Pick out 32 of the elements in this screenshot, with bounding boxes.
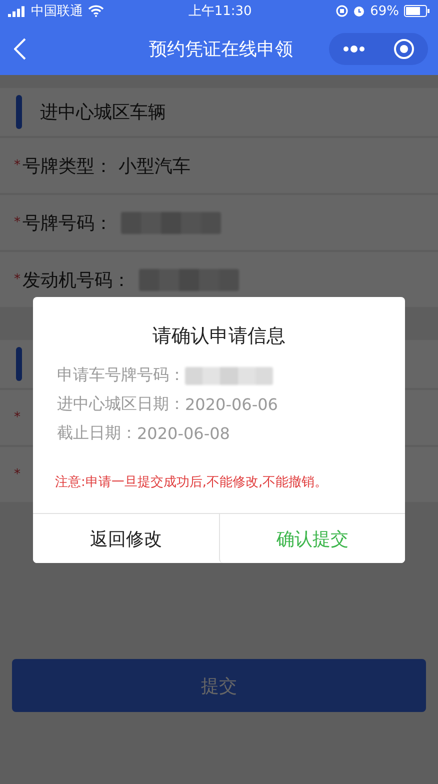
info-value: 2020-06-06: [185, 395, 278, 414]
submit-button[interactable]: 提交: [12, 659, 426, 712]
page-title: 预约凭证在线申领: [149, 38, 293, 60]
more-icon[interactable]: [342, 44, 366, 52]
field-label: 号牌类型：: [22, 154, 112, 178]
warning-notice: 注意:申请一旦提交成功后,不能修改,不能撤销。: [54, 474, 329, 491]
dialog-title: 请确认申请信息: [152, 324, 286, 349]
status-time: 上午11:30: [188, 3, 252, 20]
battery-percent: 69%: [370, 4, 399, 18]
required-mark: *: [14, 467, 20, 482]
required-mark: *: [14, 272, 20, 287]
section-marker: [16, 95, 22, 129]
info-label: 申请车号牌号码：: [57, 365, 185, 386]
required-mark: *: [14, 158, 20, 173]
info-value: 2020-06-08: [137, 424, 230, 443]
required-mark: *: [14, 215, 20, 230]
wifi-icon: [88, 5, 104, 17]
section-title: 进中心城区车辆: [40, 101, 166, 124]
field-value: 小型汽车: [118, 154, 190, 178]
section-marker: [16, 347, 22, 381]
signal-icon: [8, 6, 26, 16]
confirm-button[interactable]: 确认提交: [218, 514, 405, 563]
rotation-lock-icon: [336, 5, 348, 17]
required-mark: *: [14, 410, 20, 425]
info-label: 进中心城区日期：: [57, 394, 185, 415]
carrier-name: 中国联通: [31, 3, 83, 20]
field-label: 号牌号码：: [22, 212, 112, 234]
field-label: 发动机号码：: [22, 268, 130, 292]
alarm-icon: [353, 5, 366, 17]
info-label: 截止日期：: [57, 423, 137, 444]
battery-icon: [404, 5, 430, 17]
back-icon[interactable]: [14, 38, 26, 60]
